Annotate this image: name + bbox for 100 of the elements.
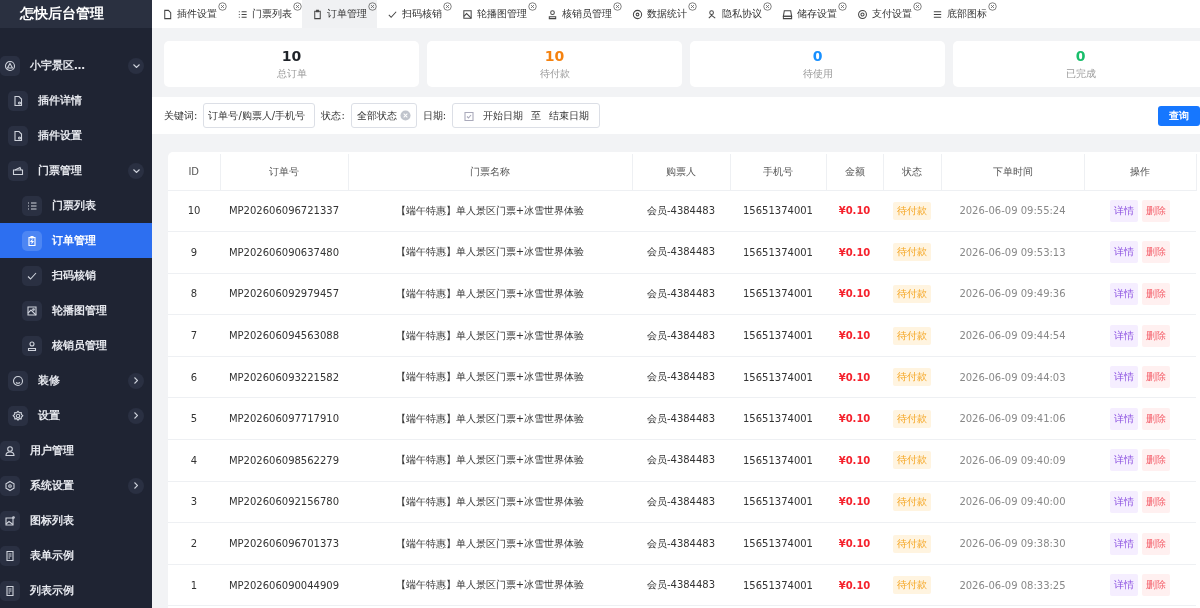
table-cell: 【端午特惠】单人景区门票+冰雪世界体验 — [348, 356, 632, 398]
table-cell: ¥0.10 — [826, 522, 883, 565]
column-header: 手机号 — [730, 154, 826, 190]
tab[interactable]: 核销员管理 — [537, 0, 622, 28]
sidebar-item[interactable]: 门票管理 — [0, 153, 152, 188]
close-icon[interactable] — [443, 2, 452, 11]
table-cell: ¥0.10 — [826, 231, 883, 274]
table-cell: 15651374001 — [730, 314, 826, 357]
column-header: 状态 — [883, 154, 941, 190]
table-cell: MP202606090044909 — [220, 564, 348, 606]
status-tag: 待付款 — [893, 201, 931, 220]
detail-button[interactable]: 详情 — [1110, 407, 1138, 430]
table-cell: 会员-4384483 — [632, 273, 730, 315]
sidebar-item[interactable]: 轮播图管理 — [0, 293, 152, 328]
sidebar-item[interactable]: 设置 — [0, 398, 152, 433]
detail-button[interactable]: 详情 — [1110, 366, 1138, 389]
sidebar-item[interactable]: 列表示例 — [0, 573, 152, 608]
sidebar-item[interactable]: 订单管理 — [0, 223, 152, 258]
table-cell: 【端午特惠】单人景区门票+冰雪世界体验 — [348, 522, 632, 565]
stat-label: 已完成 — [1065, 66, 1096, 81]
document-icon — [12, 94, 24, 107]
detail-button[interactable]: 详情 — [1110, 199, 1138, 222]
table-cell: 2026-06-09 09:53:13 — [941, 231, 1084, 274]
table-cell: 8 — [168, 273, 220, 315]
date-range-field[interactable]: 开始日期 至 结束日期 — [452, 103, 601, 128]
detail-button[interactable]: 详情 — [1110, 324, 1138, 347]
sidebar-item[interactable]: 表单示例 — [0, 538, 152, 573]
tab[interactable]: 门票列表 — [227, 0, 302, 28]
table-cell: MP202606093221582 — [220, 356, 348, 398]
sidebar-item[interactable]: 用户管理 — [0, 433, 152, 468]
tab[interactable]: 插件设置 — [152, 0, 227, 28]
person-icon — [707, 8, 718, 20]
detail-button[interactable]: 详情 — [1110, 449, 1138, 472]
tab[interactable]: 订单管理 — [302, 0, 377, 28]
sidebar-item[interactable]: 门票列表 — [0, 188, 152, 223]
close-icon[interactable] — [988, 2, 997, 11]
table-cell: 【端午特惠】单人景区门票+冰雪世界体验 — [348, 231, 632, 274]
chevron-down-icon — [132, 63, 140, 68]
table-cell: 【端午特惠】单人景区门票+冰雪世界体验 — [348, 190, 632, 232]
status-select[interactable]: 全部状态 — [350, 103, 417, 128]
stat-value: 0 — [1075, 47, 1086, 64]
tab[interactable]: 支付设置 — [847, 0, 922, 28]
sidebar-item[interactable]: 小宇景区… — [0, 48, 152, 83]
query-button[interactable]: 查询 — [1158, 105, 1200, 126]
close-icon[interactable] — [688, 2, 697, 11]
close-icon[interactable] — [218, 2, 227, 11]
sidebar-item[interactable]: 扫码核销 — [0, 258, 152, 293]
table-cell: 6 — [168, 356, 220, 398]
document-icon — [162, 8, 173, 20]
detail-button[interactable]: 详情 — [1110, 490, 1138, 513]
table-cell: 【端午特惠】单人景区门票+冰雪世界体验 — [348, 273, 632, 315]
sidebar-item[interactable]: 系统设置 — [0, 468, 152, 503]
detail-button[interactable]: 详情 — [1110, 574, 1138, 597]
stat-label: 总订单 — [276, 66, 307, 81]
hexagon-icon — [4, 479, 16, 492]
table-cell: 15651374001 — [730, 522, 826, 565]
table-cell: 会员-4384483 — [632, 481, 730, 523]
tab[interactable]: 扫码核销 — [377, 0, 452, 28]
close-icon[interactable] — [613, 2, 622, 11]
table-cell: 会员-4384483 — [632, 522, 730, 565]
tab[interactable]: 储存设置 — [772, 0, 847, 28]
close-icon[interactable] — [838, 2, 847, 11]
table-cell: 15651374001 — [730, 231, 826, 274]
table-cell: ¥0.10 — [826, 439, 883, 482]
table-cell: 2026-06-09 09:55:24 — [941, 190, 1084, 232]
stat-label: 待使用 — [802, 66, 833, 81]
table-cell: MP202606097717910 — [220, 397, 348, 440]
sidebar-item[interactable]: 装修 — [0, 363, 152, 398]
detail-button[interactable]: 详情 — [1110, 241, 1138, 264]
table-cell: MP202606096701373 — [220, 522, 348, 565]
detail-button[interactable]: 详情 — [1110, 283, 1138, 305]
tab[interactable]: 轮播图管理 — [452, 0, 537, 28]
table-cell: ¥0.10 — [826, 356, 883, 398]
detail-button[interactable]: 详情 — [1110, 532, 1138, 555]
search-field[interactable]: 订单号/购票人/手机号 — [203, 103, 316, 128]
close-icon[interactable] — [528, 2, 537, 11]
tab[interactable]: 隐私协议 — [697, 0, 772, 28]
chevron-right-icon — [134, 412, 138, 419]
table-cell: ¥0.10 — [826, 190, 883, 232]
table-cell: 2026-06-09 08:33:25 — [941, 564, 1084, 606]
sidebar-item[interactable]: 图标列表 — [0, 503, 152, 538]
menu-icon — [932, 8, 943, 20]
table-cell: 【端午特惠】单人景区门票+冰雪世界体验 — [348, 564, 632, 606]
table-cell: MP202606098562279 — [220, 439, 348, 482]
close-icon[interactable] — [913, 2, 922, 11]
sidebar-item[interactable]: 插件详情 — [0, 83, 152, 118]
table-cell: 3 — [168, 481, 220, 523]
status-tag: 待付款 — [893, 243, 931, 262]
close-icon[interactable] — [368, 2, 377, 11]
close-icon[interactable] — [293, 2, 302, 11]
tab[interactable]: 数据统计 — [622, 0, 697, 28]
sidebar-item[interactable]: 插件设置 — [0, 118, 152, 153]
close-icon[interactable] — [763, 2, 772, 11]
table-cell: 会员-4384483 — [632, 231, 730, 274]
column-header: 金额 — [826, 154, 883, 190]
tab[interactable]: 底部图标 — [922, 0, 997, 28]
status-tag: 待付款 — [893, 534, 931, 553]
stat-value: 10 — [544, 47, 565, 64]
sidebar-item[interactable]: 核销员管理 — [0, 328, 152, 363]
table-cell: MP202606096721337 — [220, 190, 348, 232]
